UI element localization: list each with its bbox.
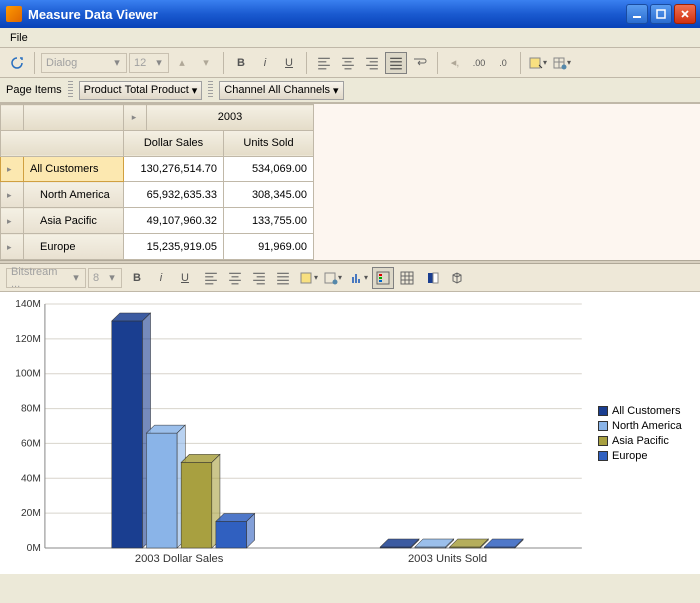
col-year[interactable]: 2003 — [147, 105, 314, 131]
svg-text:2003 Units Sold: 2003 Units Sold — [408, 553, 487, 565]
chart-properties-icon[interactable]: ▾ — [322, 267, 344, 289]
chart-format-icon[interactable]: ▾ — [298, 267, 320, 289]
row-all-customers[interactable]: All Customers — [24, 156, 124, 182]
svg-text:40M: 40M — [21, 473, 41, 484]
row-europe[interactable]: Europe — [24, 234, 124, 260]
row-north-america[interactable]: North America — [24, 182, 124, 208]
legend-item[interactable]: Asia Pacific — [598, 435, 694, 447]
svg-text:100M: 100M — [15, 369, 41, 380]
legend-toggle-icon[interactable] — [372, 267, 394, 289]
row-expand-icon[interactable]: ▸ — [1, 182, 24, 208]
chart-legend: All Customers North America Asia Pacific Eu… — [592, 292, 700, 574]
chart-pane: 0M 20M 40M 60M 80M 100M 120M 140M 2003 Dollar Sa… — [0, 292, 700, 574]
menu-bar: File — [0, 28, 700, 48]
font-size-increase-icon[interactable]: ▴ — [171, 52, 193, 74]
svg-text:60M: 60M — [21, 439, 41, 450]
svg-text:120M: 120M — [15, 334, 41, 345]
chart-align-center-icon[interactable] — [224, 267, 246, 289]
chart-italic-button[interactable]: i — [150, 267, 172, 289]
grip-icon[interactable] — [208, 81, 213, 99]
italic-button[interactable]: i — [254, 52, 276, 74]
format-table-icon[interactable]: ▾ — [551, 52, 573, 74]
row-expand-icon[interactable]: ▸ — [1, 234, 24, 260]
chevron-down-icon: ▾ — [333, 84, 339, 97]
app-icon — [6, 6, 22, 22]
align-left-icon[interactable] — [313, 52, 335, 74]
corner-cell — [1, 130, 124, 156]
cell-value[interactable]: 49,107,960.32 — [124, 208, 224, 234]
wrap-text-icon[interactable] — [409, 52, 431, 74]
chart-align-right-icon[interactable] — [248, 267, 270, 289]
expand-year-icon[interactable]: ▸ — [124, 105, 147, 131]
grip-icon[interactable] — [68, 81, 73, 99]
toolbar-chart: Bitstream ...▾ 8▾ B i U ▾ ▾ ▾ — [0, 264, 700, 292]
svg-text:140M: 140M — [15, 299, 41, 310]
corner-cell — [24, 105, 124, 131]
chart-font-size-select[interactable]: 8▾ — [88, 268, 122, 288]
col-units-sold[interactable]: Units Sold — [224, 130, 314, 156]
refresh-icon[interactable] — [6, 52, 28, 74]
title-bar: Measure Data Viewer — [0, 0, 700, 28]
decimal-increase-icon[interactable]: .00 — [468, 52, 490, 74]
cell-value[interactable]: 65,932,635.33 — [124, 182, 224, 208]
font-size-select[interactable]: 12▾ — [129, 53, 169, 73]
bold-button[interactable]: B — [230, 52, 252, 74]
page-items-bar: Page Items Product Total Product ▾ Chann… — [0, 78, 700, 104]
corner-cell — [1, 105, 24, 131]
format-cells-icon[interactable]: ▾ — [527, 52, 549, 74]
maximize-button[interactable] — [650, 4, 672, 24]
menu-file[interactable]: File — [4, 30, 34, 46]
gridlines-icon[interactable] — [396, 267, 418, 289]
window-title: Measure Data Viewer — [28, 7, 626, 22]
align-justify-icon[interactable] — [385, 52, 407, 74]
decimal-decrease-icon[interactable]: .0 — [492, 52, 514, 74]
indent-decrease-icon[interactable]: ◂, — [444, 52, 466, 74]
cell-value[interactable]: 91,969.00 — [224, 234, 314, 260]
font-family-select[interactable]: Dialog▾ — [41, 53, 127, 73]
chart-type-bar-icon[interactable]: ▾ — [348, 267, 370, 289]
svg-text:0M: 0M — [27, 543, 41, 554]
legend-item[interactable]: North America — [598, 420, 694, 432]
cell-value[interactable]: 133,755.00 — [224, 208, 314, 234]
chart-underline-button[interactable]: U — [174, 267, 196, 289]
page-items-label: Page Items — [6, 84, 62, 96]
page-item-product[interactable]: Product Total Product ▾ — [79, 81, 203, 100]
chart-bold-button[interactable]: B — [126, 267, 148, 289]
row-expand-icon[interactable]: ▸ — [1, 156, 24, 182]
close-button[interactable] — [674, 4, 696, 24]
fill-color-icon[interactable] — [422, 267, 444, 289]
cell-value[interactable]: 15,235,919.05 — [124, 234, 224, 260]
chart-align-justify-icon[interactable] — [272, 267, 294, 289]
chart-font-family-select[interactable]: Bitstream ...▾ — [6, 268, 86, 288]
col-dollar-sales[interactable]: Dollar Sales — [124, 130, 224, 156]
row-expand-icon[interactable]: ▸ — [1, 208, 24, 234]
3d-view-icon[interactable] — [446, 267, 468, 289]
status-bar — [0, 574, 700, 576]
align-right-icon[interactable] — [361, 52, 383, 74]
toolbar-formatting: Dialog▾ 12▾ ▴ ▾ B i U ◂, .00 .0 ▾ ▾ — [0, 48, 700, 78]
cell-value[interactable]: 534,069.00 — [224, 156, 314, 182]
legend-item[interactable]: All Customers — [598, 405, 694, 417]
underline-button[interactable]: U — [278, 52, 300, 74]
row-asia-pacific[interactable]: Asia Pacific — [24, 208, 124, 234]
font-size-decrease-icon[interactable]: ▾ — [195, 52, 217, 74]
cell-value[interactable]: 130,276,514.70 — [124, 156, 224, 182]
svg-text:80M: 80M — [21, 404, 41, 415]
chart-align-left-icon[interactable] — [200, 267, 222, 289]
data-grid-pane: ▸ 2003 Dollar Sales Units Sold ▸ All Cus… — [0, 104, 700, 260]
page-item-channel[interactable]: Channel All Channels ▾ — [219, 81, 343, 100]
minimize-button[interactable] — [626, 4, 648, 24]
svg-text:2003 Dollar Sales: 2003 Dollar Sales — [135, 553, 224, 565]
data-grid[interactable]: ▸ 2003 Dollar Sales Units Sold ▸ All Cus… — [0, 104, 314, 260]
chart-plot[interactable]: 0M 20M 40M 60M 80M 100M 120M 140M 2003 Dollar Sa… — [0, 292, 592, 574]
svg-text:20M: 20M — [21, 508, 41, 519]
chevron-down-icon: ▾ — [192, 84, 198, 97]
legend-item[interactable]: Europe — [598, 450, 694, 462]
align-center-icon[interactable] — [337, 52, 359, 74]
cell-value[interactable]: 308,345.00 — [224, 182, 314, 208]
